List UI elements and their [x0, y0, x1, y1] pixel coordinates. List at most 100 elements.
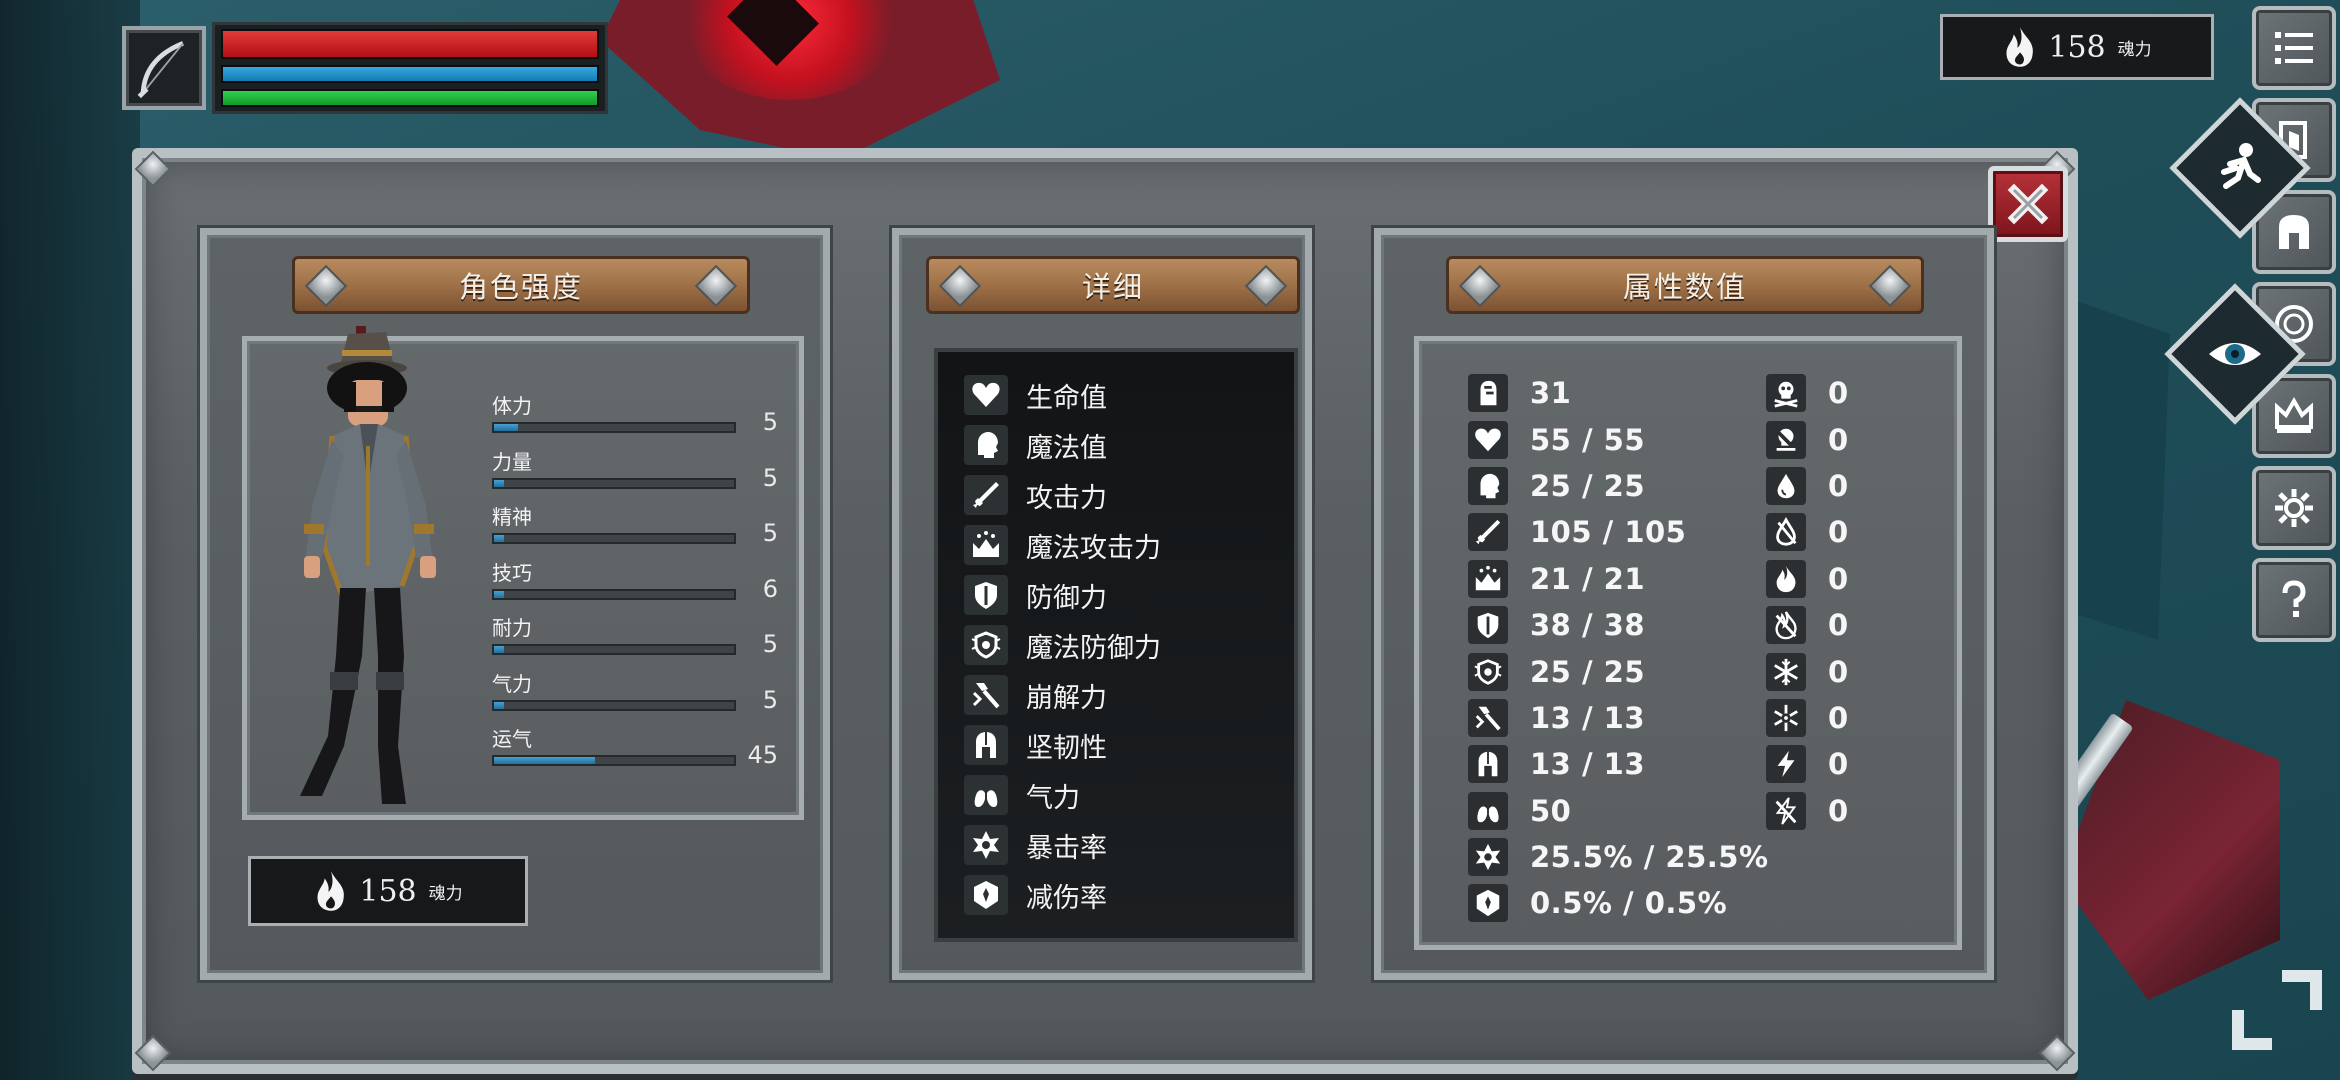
stat-row-vitality[interactable]: 体力 5: [492, 390, 782, 446]
attribute-value: 0: [1828, 793, 1849, 828]
fire-strike-icon: [1775, 611, 1797, 640]
attribute-stats: 体力 5 力量 5 精神 5 技巧 6 耐力 5 气力 5 运气 45: [492, 390, 782, 779]
detail-item[interactable]: 崩解力: [938, 670, 1294, 720]
detail-item[interactable]: 攻击力: [938, 470, 1294, 520]
attribute-row[interactable]: 0: [1766, 648, 1849, 694]
attribute-row[interactable]: 31: [1468, 370, 1769, 416]
attribute-row[interactable]: 50: [1468, 788, 1769, 834]
close-icon: [2007, 183, 2049, 225]
stud-icon: [1458, 264, 1502, 308]
stat-value: 5: [762, 408, 778, 436]
attribute-row[interactable]: 0.5% / 0.5%: [1468, 880, 1769, 926]
attribute-row[interactable]: 13 / 13: [1468, 695, 1769, 741]
helmet-icon: [1478, 752, 1498, 777]
stat-row-luck[interactable]: 运气 45: [492, 723, 782, 779]
attribute-row[interactable]: 25 / 25: [1468, 648, 1769, 694]
attribute-row[interactable]: 0: [1766, 556, 1849, 602]
attribute-row[interactable]: 0: [1766, 602, 1849, 648]
attribute-row[interactable]: 0: [1766, 741, 1849, 787]
stat-bar: [492, 533, 736, 544]
detail-label: 坚韧性: [1026, 732, 1107, 764]
detail-item[interactable]: 暴击率: [938, 820, 1294, 870]
detail-icon-frame: [964, 575, 1008, 615]
stat-value: 5: [762, 463, 778, 492]
detail-item[interactable]: 减伤率: [938, 870, 1294, 920]
magic-shield-icon: [1474, 658, 1502, 685]
detail-label: 生命值: [1026, 382, 1107, 414]
stat-bar-fill: [494, 424, 518, 431]
detail-item[interactable]: 魔法防御力: [938, 620, 1294, 670]
detail-item[interactable]: 气力: [938, 770, 1294, 820]
attribute-row[interactable]: 25 / 25: [1468, 463, 1769, 509]
stat-row-stamina[interactable]: 气力 5: [492, 668, 782, 724]
gear-icon: [2275, 489, 2313, 527]
stat-row-skill[interactable]: 技巧 6: [492, 557, 782, 613]
crown-icon: [2275, 396, 2313, 433]
magic-crown-icon: [1475, 565, 1501, 590]
stud-icon: [1244, 264, 1288, 308]
attribute-row[interactable]: 0: [1766, 463, 1849, 509]
close-button[interactable]: [1988, 166, 2068, 242]
attribute-row[interactable]: 105 / 105: [1468, 509, 1769, 555]
help-button[interactable]: [2252, 558, 2336, 642]
detail-item[interactable]: 生命值: [938, 370, 1294, 420]
stud-icon: [694, 264, 738, 308]
stat-bar-fill: [494, 479, 504, 487]
attribute-value: 31: [1530, 376, 1572, 411]
stat-bar: [492, 588, 736, 600]
attribute-icon-frame: [1766, 791, 1806, 830]
attribute-icon-frame: [1766, 745, 1806, 784]
menu-button[interactable]: [2252, 6, 2336, 90]
detail-label: 魔法值: [1026, 432, 1107, 464]
attribute-value: 55 / 55: [1530, 422, 1645, 457]
attribute-row[interactable]: 0: [1766, 695, 1849, 741]
detail-icon-frame: [964, 625, 1008, 665]
stat-value: 5: [762, 630, 778, 658]
drop-icon: [1777, 473, 1795, 499]
attribute-row[interactable]: 38 / 38: [1468, 602, 1769, 648]
stat-name: 力量: [492, 449, 532, 474]
attribute-value: 50: [1530, 793, 1572, 828]
detail-item[interactable]: 魔法值: [938, 420, 1294, 470]
mana-bar: [221, 65, 599, 83]
attribute-value: 0: [1828, 376, 1849, 411]
attribute-row[interactable]: 0: [1766, 788, 1849, 834]
attribute-value: 21 / 21: [1530, 561, 1645, 596]
helmet-icon: [2279, 215, 2309, 249]
attribute-value: 25 / 25: [1530, 654, 1645, 689]
stud-icon: [938, 264, 982, 308]
stat-name: 技巧: [492, 560, 532, 585]
attribute-row[interactable]: 13 / 13: [1468, 741, 1769, 787]
stat-row-strength[interactable]: 力量 5: [492, 446, 782, 502]
attribute-row[interactable]: 0: [1766, 416, 1849, 462]
attribute-row[interactable]: 0: [1766, 370, 1849, 416]
attribute-value: 0: [1828, 561, 1849, 596]
detail-item[interactable]: 坚韧性: [938, 720, 1294, 770]
attribute-icon-frame: [1766, 698, 1806, 737]
attribute-row[interactable]: 55 / 55: [1468, 416, 1769, 462]
attribute-row[interactable]: 0: [1766, 509, 1849, 555]
head-icon: [1480, 473, 1500, 499]
detail-panel-header: 详细: [926, 256, 1300, 314]
detail-item[interactable]: 防御力: [938, 570, 1294, 620]
detail-item[interactable]: 魔法攻击力: [938, 520, 1294, 570]
weapon-slot[interactable]: [122, 26, 206, 110]
star-icon: [1475, 843, 1501, 871]
settings-button[interactable]: [2252, 466, 2336, 550]
attribute-row[interactable]: 25.5% / 25.5%: [1468, 834, 1769, 880]
detail-label: 攻击力: [1026, 482, 1107, 514]
stat-name: 耐力: [492, 616, 532, 640]
attribute-icon-frame: [1468, 791, 1508, 830]
stat-row-spirit[interactable]: 精神 5: [492, 501, 782, 557]
axe-icon: [972, 683, 1000, 709]
detail-label: 魔法防御力: [1026, 632, 1161, 664]
stat-bar: [492, 755, 736, 766]
stat-bar: [492, 699, 736, 711]
stat-row-endurance[interactable]: 耐力 5: [492, 612, 782, 668]
detail-icon-frame: [964, 475, 1008, 515]
badge-icon: [1476, 890, 1500, 917]
sword-icon: [1475, 520, 1501, 545]
attribute-icon-frame: [1766, 559, 1806, 598]
attribute-row[interactable]: 21 / 21: [1468, 556, 1769, 602]
attribute-value: 0: [1828, 422, 1849, 457]
